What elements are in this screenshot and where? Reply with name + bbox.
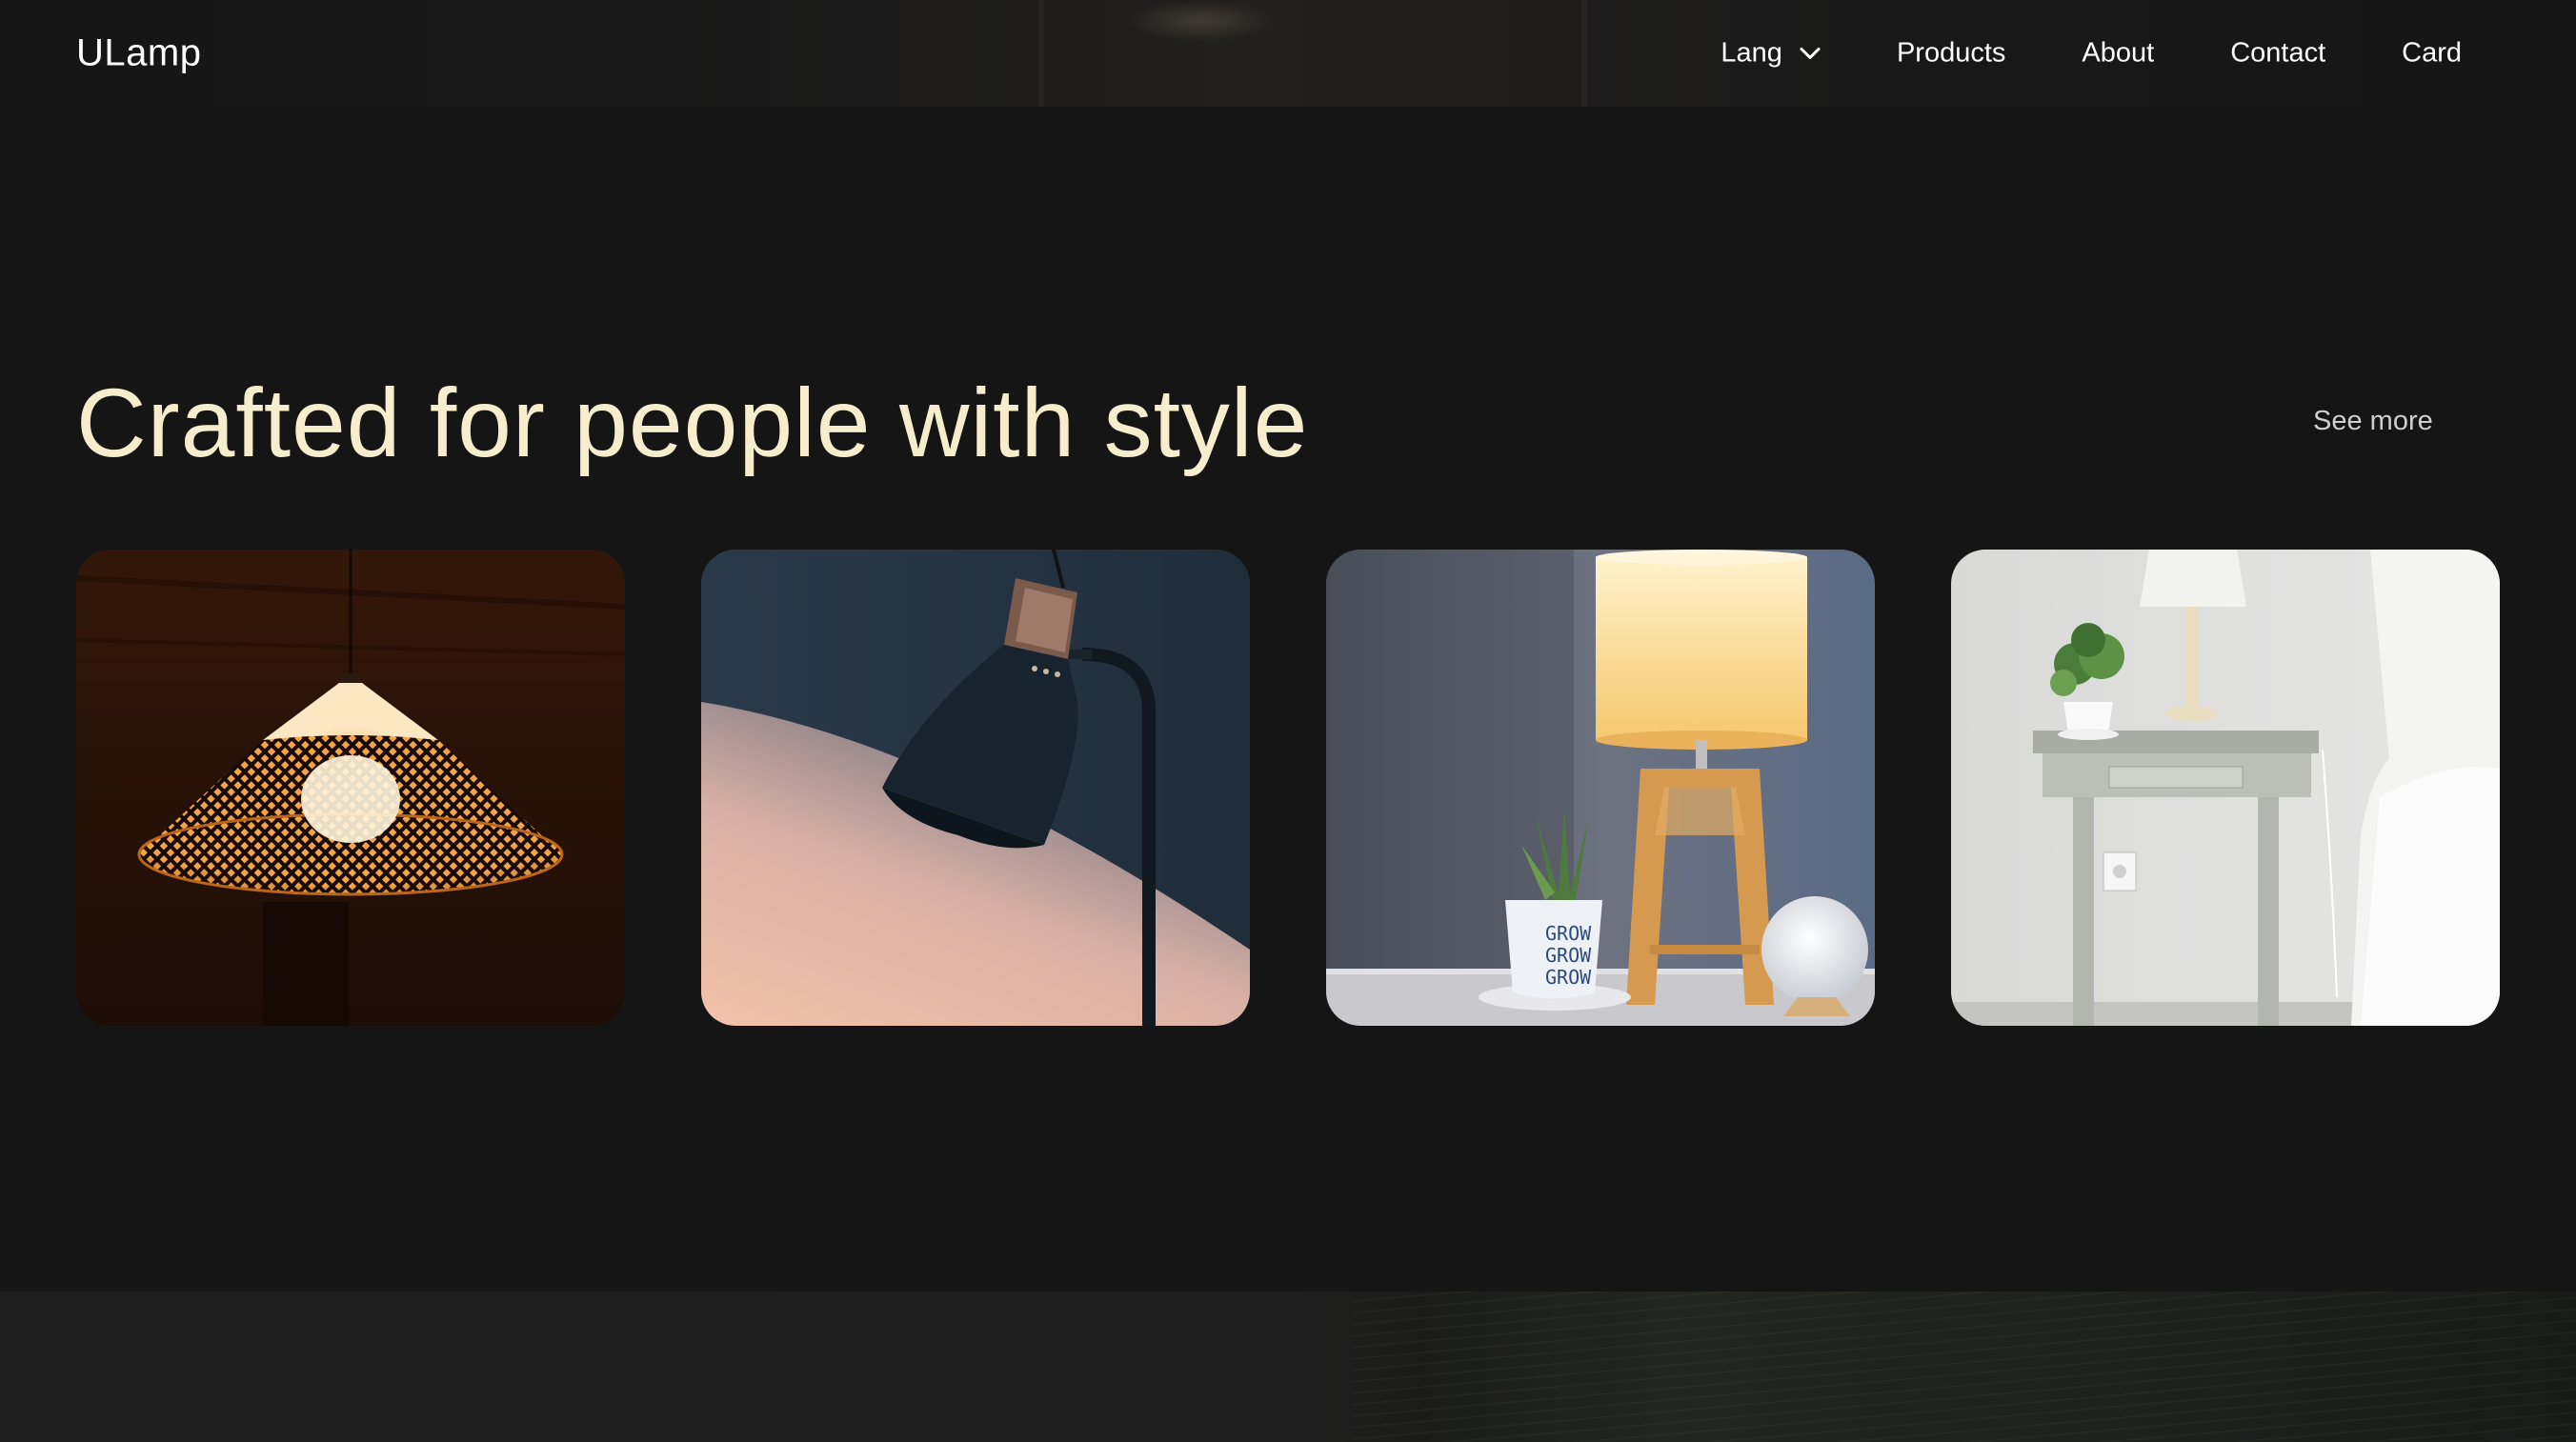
nav-products[interactable]: Products [1897, 38, 2005, 70]
nightstand-lamp-image [1951, 550, 2500, 1026]
table-lamp-image: GROW GROW GROW [1326, 550, 1875, 1026]
pot-text: GROW [1545, 966, 1592, 989]
nav-about[interactable]: About [2082, 38, 2154, 70]
header-background-beam [1038, 0, 1044, 107]
nav-contact[interactable]: Contact [2230, 38, 2325, 70]
page-title: Crafted for people with style [76, 369, 1309, 477]
pot-text: GROW [1545, 944, 1592, 967]
next-section-water-texture [1353, 1292, 2576, 1442]
pot-text: GROW [1545, 922, 1592, 945]
product-card-desk-lamp[interactable] [701, 550, 1250, 1026]
header-background-light [1124, 0, 1277, 42]
nav-lang-dropdown[interactable]: Lang [1721, 38, 1821, 70]
product-card-pendant-lamp[interactable] [76, 550, 625, 1026]
chevron-down-icon [1800, 47, 1821, 59]
desk-lamp-image [701, 550, 1250, 1026]
pendant-lamp-image [76, 550, 625, 1026]
header-background-beam [1581, 0, 1587, 107]
see-more-link[interactable]: See more [2313, 406, 2433, 437]
site-header: ULamp Lang Products About Contact Card [0, 0, 2576, 107]
nav-lang-label: Lang [1721, 37, 1782, 69]
main-nav: Lang Products About Contact Card [1721, 38, 2462, 70]
nav-card[interactable]: Card [2402, 38, 2462, 70]
product-card-table-lamp[interactable]: GROW GROW GROW [1326, 550, 1875, 1026]
product-card-nightstand-lamp[interactable] [1951, 550, 2500, 1026]
logo[interactable]: ULamp [76, 32, 201, 75]
